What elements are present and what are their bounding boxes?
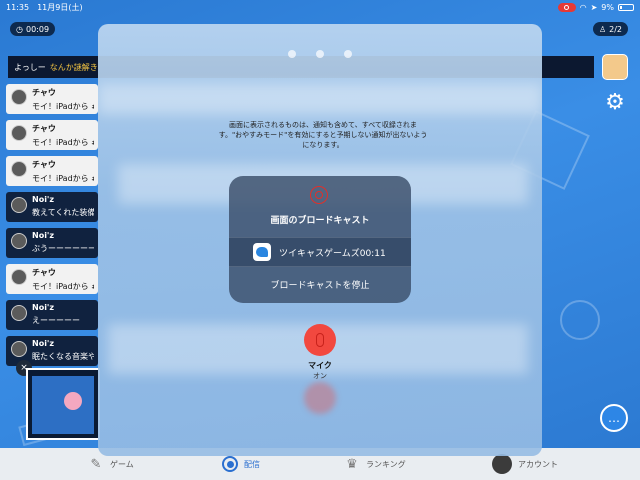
comment-item[interactable]: Noi'z 教えてくれた装備 <box>6 192 98 222</box>
avatar <box>11 269 27 285</box>
comment-text: モイ！iPadから # <box>32 138 94 147</box>
broadcast-app-row[interactable]: ツイキャスゲームズ00:11 <box>229 237 411 267</box>
location-icon: ➤ <box>590 2 598 12</box>
game-thumbnail-icon[interactable] <box>602 54 628 80</box>
stream-timer: ◷ 00:09 <box>10 22 56 36</box>
comment-text: えーーーーー <box>32 316 80 325</box>
gear-icon[interactable]: ⚙ <box>602 90 628 116</box>
comment-author: Noi'z <box>32 303 55 312</box>
viewer-value: 2/2 <box>609 24 622 34</box>
comment-item[interactable]: Noi'z ぶうーーーーーーー <box>6 228 98 258</box>
comment-author: チャウ <box>32 160 56 169</box>
broadcast-icon <box>222 456 238 472</box>
comment-item[interactable]: Noi'z えーーーーー <box>6 300 98 330</box>
tab-label: 配信 <box>244 459 260 469</box>
avatar <box>11 233 27 249</box>
avatar-icon <box>492 454 512 474</box>
recording-info-text: 画面に表示されるものは、通知も含めて、すべて収録されます。"おやすみモード"を有… <box>218 121 428 149</box>
battery-icon <box>618 3 634 11</box>
tab-label: ランキング <box>366 459 406 469</box>
tab-label: アカウント <box>518 459 558 469</box>
mic-reflection <box>304 382 336 414</box>
status-date: 11月9日(土) <box>37 2 83 12</box>
microphone-icon <box>316 333 324 347</box>
comment-text: 眠たくなる音楽や <box>32 352 94 361</box>
status-time: 11:35 <box>6 2 30 12</box>
broadcast-card: 画面のブロードキャスト ツイキャスゲームズ00:11 ブロードキャストを停止 <box>229 176 411 303</box>
tab-account[interactable]: アカウント <box>492 454 558 474</box>
comment-text: ぶうーーーーーーー <box>32 244 94 253</box>
status-bar: 11:35 11月9日(土) ◠ ➤ 9% <box>0 0 640 14</box>
comment-item[interactable]: チャウモイ！iPadから # <box>6 120 98 150</box>
timer-value: 00:09 <box>25 24 50 34</box>
comment-author: チャウ <box>32 268 56 277</box>
comment-item[interactable]: チャウモイ！iPadから # <box>6 264 98 294</box>
blur-band <box>98 84 542 114</box>
wifi-icon: ◠ <box>579 2 587 12</box>
avatar <box>11 197 27 213</box>
person-icon: ♙ <box>598 24 607 34</box>
tab-game[interactable]: ✎ ゲーム <box>88 456 134 472</box>
tab-label: ゲーム <box>110 459 134 469</box>
comment-author: チャウ <box>32 124 56 133</box>
broadcast-title: 画面のブロードキャスト <box>270 216 370 226</box>
comment-text: モイ！iPadから # <box>32 102 94 111</box>
app-time: 00:11 <box>359 248 386 259</box>
mic-state: オン <box>313 372 327 380</box>
comment-text: モイ！iPadから # <box>32 282 94 291</box>
comment-author: Noi'z <box>32 339 55 348</box>
avatar <box>11 341 27 357</box>
avatar <box>11 89 27 105</box>
viewer-count: ♙ 2/2 <box>592 22 628 36</box>
broadcast-overlay: 画面に表示されるものは、通知も含めて、すべて収録されます。"おやすみモード"を有… <box>98 24 542 456</box>
avatar <box>11 161 27 177</box>
comment-author: チャウ <box>32 88 56 97</box>
tab-broadcast[interactable]: 配信 <box>222 456 260 472</box>
comment-text: モイ！iPadから # <box>32 174 94 183</box>
broadcast-app-label: ツイキャスゲームズ00:11 <box>279 246 386 259</box>
comment-item[interactable]: チャウモイ！iPadから # <box>6 84 98 114</box>
comment-author: Noi'z <box>32 195 55 204</box>
decor-shape <box>560 300 600 340</box>
avatar <box>11 305 27 321</box>
record-icon <box>310 186 328 204</box>
grabber-dot <box>344 50 352 58</box>
grabber-dot <box>316 50 324 58</box>
crown-icon: ♛ <box>346 456 358 472</box>
comment-item[interactable]: チャウモイ！iPadから # <box>6 156 98 186</box>
ticker-message: なんか謎解き <box>49 62 98 72</box>
screen-recording-icon <box>557 2 576 12</box>
status-right: ◠ ➤ 9% <box>557 2 634 12</box>
mic-label: マイク <box>308 361 332 370</box>
avatar <box>11 125 27 141</box>
twitcasting-app-icon <box>253 243 271 261</box>
comment-author: Noi'z <box>32 231 55 240</box>
chat-bubble-icon[interactable]: … <box>600 404 628 432</box>
preview-thumbnail[interactable] <box>26 368 100 440</box>
grabber-dot <box>288 50 296 58</box>
stop-broadcast-button[interactable]: ブロードキャストを停止 <box>229 278 411 291</box>
tab-ranking[interactable]: ♛ ランキング <box>344 456 406 472</box>
battery-percent: 9% <box>601 2 614 12</box>
clock-icon: ◷ <box>16 24 23 34</box>
comment-text: 教えてくれた装備 <box>32 208 94 217</box>
app-name: ツイキャスゲームズ <box>279 248 360 259</box>
microphone-toggle[interactable] <box>304 324 336 356</box>
game-controller-icon: ✎ <box>90 456 102 472</box>
ticker-user: よっしー <box>14 62 46 72</box>
